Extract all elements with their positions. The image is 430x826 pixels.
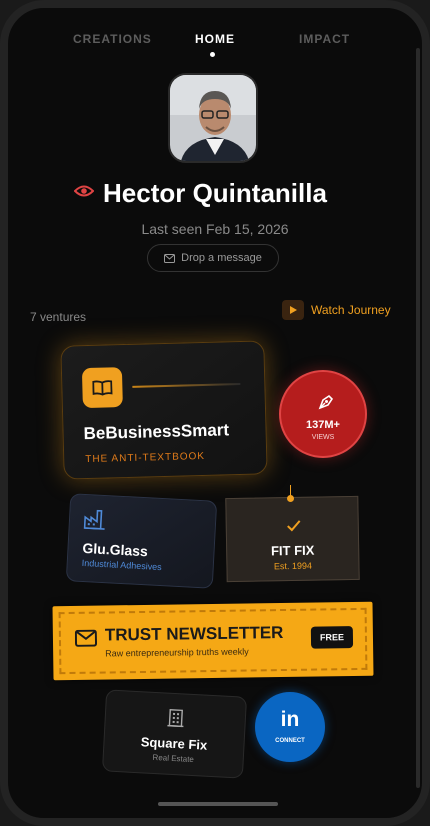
pin-icon <box>287 495 294 502</box>
tab-impact[interactable]: IMPACT <box>299 32 350 46</box>
venture-card-fitfix[interactable]: FIT FIX Est. 1994 <box>225 495 360 583</box>
watch-journey-button[interactable]: Watch Journey <box>282 299 391 321</box>
ventures-count: 7 ventures <box>30 310 87 324</box>
venture-title: Glu.Glass <box>82 539 149 560</box>
venture-card-gluglass[interactable]: Glu.Glass Industrial Adhesives <box>65 493 218 589</box>
tab-home[interactable]: HOME <box>195 32 235 46</box>
newsletter-subtitle: Raw entrepreneurship truths weekly <box>105 646 249 659</box>
pen-icon <box>318 394 334 410</box>
venture-title: FIT FIX <box>270 542 315 559</box>
avatar <box>168 73 258 163</box>
mail-icon <box>164 253 176 263</box>
linkedin-connect-button[interactable]: in CONNECT <box>255 692 325 762</box>
venture-title: BeBusinessSmart <box>83 420 230 444</box>
venture-subtitle: THE ANTI-TEXTBOOK <box>85 450 206 466</box>
views-badge[interactable]: 137M+ VIEWS <box>279 370 367 458</box>
venture-subtitle: Industrial Adhesives <box>81 557 162 573</box>
last-seen: Last seen Feb 15, 2026 <box>141 221 289 237</box>
factory-icon <box>83 509 105 530</box>
venture-card-squarefix[interactable]: Square Fix Real Estate <box>101 689 248 779</box>
divider <box>132 382 241 388</box>
eye-icon <box>74 185 94 197</box>
venture-card-bebusinesssmart[interactable]: BeBusinessSmart THE ANTI-TEXTBOOK <box>60 340 268 480</box>
phone-frame: CREATIONS HOME IMPACT Hector Quintanilla… <box>0 0 430 826</box>
envelope-icon <box>74 629 98 647</box>
book-icon <box>81 367 123 409</box>
watch-journey-label: Watch Journey <box>311 303 391 317</box>
venture-subtitle: Est. 1994 <box>273 560 313 572</box>
play-icon <box>282 300 304 320</box>
tab-creations[interactable]: CREATIONS <box>73 32 152 46</box>
views-label: VIEWS <box>311 434 335 441</box>
tab-bar: CREATIONS HOME IMPACT <box>8 32 422 62</box>
linkedin-connect-label: CONNECT <box>275 738 305 744</box>
newsletter-banner[interactable]: TRUST NEWSLETTER Raw entrepreneurship tr… <box>52 601 374 681</box>
message-button-label: Drop a message <box>181 252 262 264</box>
views-count: 137M+ <box>306 419 340 431</box>
scrollbar[interactable] <box>416 48 420 788</box>
active-tab-indicator <box>210 52 215 57</box>
profile-name: Hector Quintanilla <box>103 178 327 208</box>
linkedin-icon: in <box>280 708 300 731</box>
free-badge[interactable]: FREE <box>310 626 354 649</box>
newsletter-title: TRUST NEWSLETTER <box>104 623 284 645</box>
home-indicator[interactable] <box>158 802 278 806</box>
check-icon <box>287 520 301 532</box>
building-icon <box>167 709 184 728</box>
message-button[interactable]: Drop a message <box>147 244 279 272</box>
